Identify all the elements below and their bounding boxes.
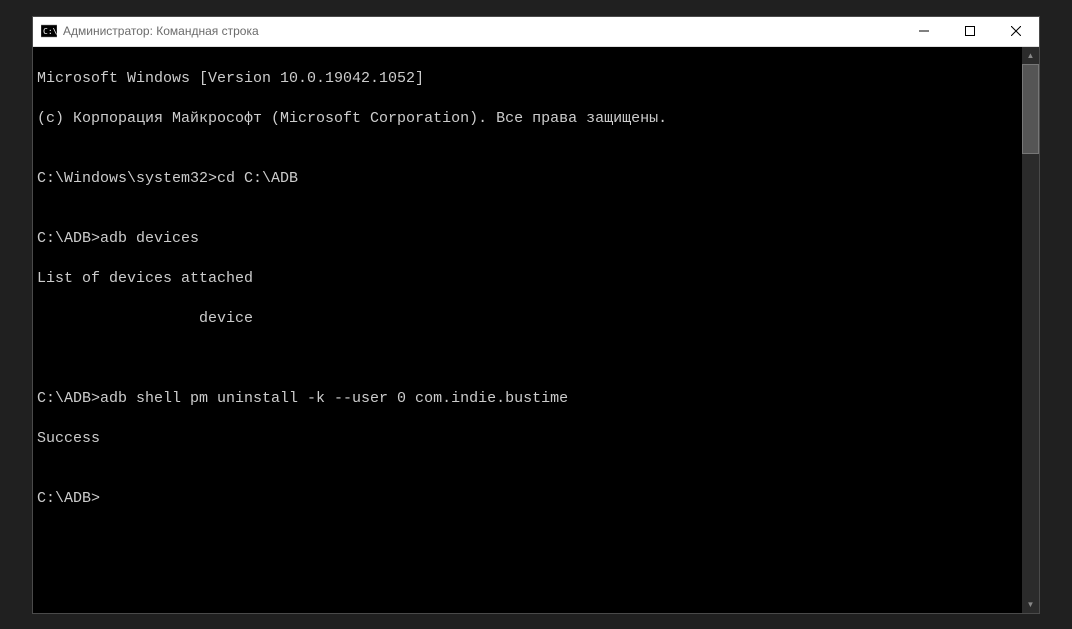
minimize-button[interactable] bbox=[901, 17, 947, 46]
close-button[interactable] bbox=[993, 17, 1039, 46]
terminal-line: C:\Windows\system32>cd C:\ADB bbox=[37, 169, 1018, 189]
scrollbar-thumb[interactable] bbox=[1022, 64, 1039, 154]
titlebar[interactable]: C:\ Администратор: Командная строка bbox=[33, 17, 1039, 47]
terminal-line: Microsoft Windows [Version 10.0.19042.10… bbox=[37, 69, 1018, 89]
vertical-scrollbar[interactable]: ▲ ▼ bbox=[1022, 47, 1039, 613]
maximize-button[interactable] bbox=[947, 17, 993, 46]
command-prompt-window: C:\ Администратор: Командная строка Micr… bbox=[32, 16, 1040, 614]
window-title: Администратор: Командная строка bbox=[63, 24, 901, 38]
scroll-down-button[interactable]: ▼ bbox=[1022, 596, 1039, 613]
window-controls bbox=[901, 17, 1039, 46]
svg-text:C:\: C:\ bbox=[43, 27, 57, 36]
terminal-area: Microsoft Windows [Version 10.0.19042.10… bbox=[33, 47, 1039, 613]
terminal-line: C:\ADB>adb shell pm uninstall -k --user … bbox=[37, 389, 1018, 409]
terminal-output[interactable]: Microsoft Windows [Version 10.0.19042.10… bbox=[33, 47, 1022, 613]
terminal-line: C:\ADB> bbox=[37, 489, 1018, 509]
terminal-line: (c) Корпорация Майкрософт (Microsoft Cor… bbox=[37, 109, 1018, 129]
scroll-up-button[interactable]: ▲ bbox=[1022, 47, 1039, 64]
terminal-line: List of devices attached bbox=[37, 269, 1018, 289]
terminal-line: Success bbox=[37, 429, 1018, 449]
terminal-line: device bbox=[37, 309, 1018, 329]
terminal-line: C:\ADB>adb devices bbox=[37, 229, 1018, 249]
cmd-icon: C:\ bbox=[41, 23, 57, 39]
